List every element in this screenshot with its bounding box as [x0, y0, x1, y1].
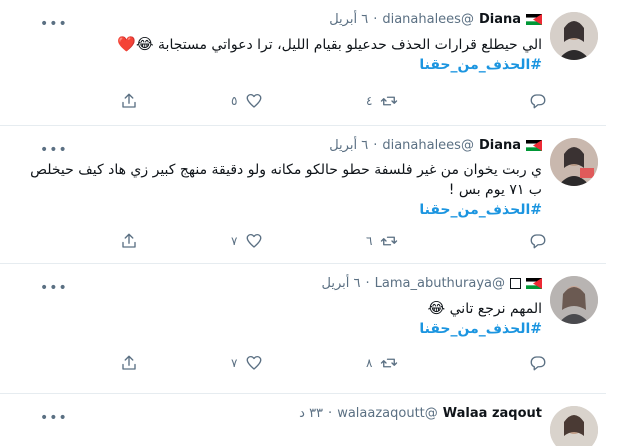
- avatar[interactable]: [550, 406, 598, 446]
- like-count: ٧: [231, 234, 238, 248]
- tweet-header: Walaa zaqout @walaazaqoutt · ٣٣ د: [299, 406, 542, 421]
- separator-dot: ·: [328, 406, 333, 421]
- palestine-flag-icon: [526, 140, 542, 151]
- reply-icon: [530, 234, 546, 249]
- tweet-header: Diana @dianahalees · ٦ أبريل: [329, 12, 542, 27]
- share-icon: [122, 93, 136, 108]
- avatar[interactable]: [550, 276, 598, 324]
- reply-icon: [530, 94, 546, 109]
- like-count: ٧: [231, 356, 238, 370]
- tweet-text-content: الي حيطلع قرارات الحذف حدعيلو بقيام اللي…: [158, 37, 542, 53]
- user-handle[interactable]: @Lama_abuthuraya: [375, 276, 505, 291]
- like-button[interactable]: ٧: [231, 232, 263, 250]
- display-name[interactable]: Walaa zaqout: [443, 406, 542, 421]
- retweet-count: ٦: [366, 234, 373, 248]
- tweet-date[interactable]: ٦ أبريل: [322, 276, 361, 291]
- tweet-date[interactable]: ٦ أبريل: [329, 138, 368, 153]
- tweet-text-content: المهم نرجع تاني: [449, 301, 542, 317]
- tweet-card[interactable]: Diana @dianahalees · ٦ أبريل ••• ي ربت ي…: [0, 126, 606, 264]
- user-handle[interactable]: @walaazaqoutt: [337, 406, 438, 421]
- tweet-header: @Lama_abuthuraya · ٦ أبريل: [322, 276, 542, 291]
- more-dots-icon[interactable]: •••: [40, 410, 68, 426]
- retweet-icon: [381, 236, 398, 246]
- tweet-text-content: ي ربت يخوان من غير فلسفة حطو حالكو مكانه…: [30, 162, 542, 198]
- retweet-count: ٨: [366, 356, 373, 370]
- separator-dot: ·: [373, 138, 378, 153]
- reply-button[interactable]: [521, 354, 547, 372]
- timeline-feed: Diana @dianahalees · ٦ أبريل ••• الي حيط…: [0, 0, 624, 446]
- separator-dot: ·: [365, 276, 370, 291]
- tweet-emoji: 😂: [427, 299, 446, 317]
- tweet-card[interactable]: Walaa zaqout @walaazaqoutt · ٣٣ د •••: [0, 394, 606, 446]
- share-icon: [122, 233, 136, 248]
- user-handle[interactable]: @dianahalees: [382, 12, 474, 27]
- tweet-actions: ٥ ٤: [108, 92, 548, 112]
- tweet-emoji: 😂❤️: [117, 35, 154, 53]
- user-handle[interactable]: @dianahalees: [382, 138, 474, 153]
- separator-dot: ·: [373, 12, 378, 27]
- palestine-flag-icon: [526, 14, 542, 25]
- hashtag-link[interactable]: #الحذف_من_حقنا: [22, 319, 542, 339]
- retweet-icon: [381, 96, 398, 106]
- tweet-actions: ٧ ٨: [108, 354, 548, 374]
- hashtag-link[interactable]: #الحذف_من_حقنا: [22, 200, 542, 220]
- like-button[interactable]: ٥: [231, 92, 263, 110]
- heart-icon: [247, 233, 262, 248]
- tweet-card[interactable]: Diana @dianahalees · ٦ أبريل ••• الي حيط…: [0, 0, 606, 126]
- tweet-text: المهم نرجع تاني 😂 #الحذف_من_حقنا: [22, 298, 542, 339]
- retweet-button[interactable]: ٦: [366, 232, 398, 250]
- like-button[interactable]: ٧: [231, 354, 263, 372]
- hashtag-link[interactable]: #الحذف_من_حقنا: [22, 55, 542, 75]
- reply-button[interactable]: [521, 92, 547, 110]
- reply-button[interactable]: [521, 232, 547, 250]
- more-dots-icon[interactable]: •••: [40, 280, 68, 296]
- tweet-header: Diana @dianahalees · ٦ أبريل: [329, 138, 542, 153]
- like-count: ٥: [231, 94, 238, 108]
- avatar[interactable]: [550, 12, 598, 60]
- retweet-button[interactable]: ٤: [366, 92, 398, 110]
- tweet-text: الي حيطلع قرارات الحذف حدعيلو بقيام اللي…: [22, 34, 542, 75]
- heart-icon: [247, 355, 262, 370]
- reply-icon: [530, 356, 546, 371]
- more-dots-icon[interactable]: •••: [40, 16, 68, 32]
- heart-icon: [247, 93, 262, 108]
- retweet-button[interactable]: ٨: [366, 354, 398, 372]
- tweet-actions: ٧ ٦: [108, 232, 548, 252]
- missing-glyph-box: [510, 278, 521, 289]
- retweet-count: ٤: [366, 94, 373, 108]
- retweet-icon: [381, 358, 398, 368]
- palestine-flag-icon: [526, 278, 542, 289]
- tweet-text: ي ربت يخوان من غير فلسفة حطو حالكو مكانه…: [22, 160, 542, 220]
- share-button[interactable]: [120, 232, 138, 250]
- share-icon: [122, 355, 136, 370]
- tweet-date[interactable]: ٦ أبريل: [329, 12, 368, 27]
- tweet-date[interactable]: ٣٣ د: [299, 406, 323, 421]
- tweet-card[interactable]: @Lama_abuthuraya · ٦ أبريل ••• المهم نرج…: [0, 264, 606, 394]
- avatar[interactable]: [550, 138, 598, 186]
- display-name[interactable]: Diana: [479, 138, 521, 153]
- display-name[interactable]: Diana: [479, 12, 521, 27]
- more-dots-icon[interactable]: •••: [40, 142, 68, 158]
- share-button[interactable]: [120, 354, 138, 372]
- share-button[interactable]: [120, 92, 138, 110]
